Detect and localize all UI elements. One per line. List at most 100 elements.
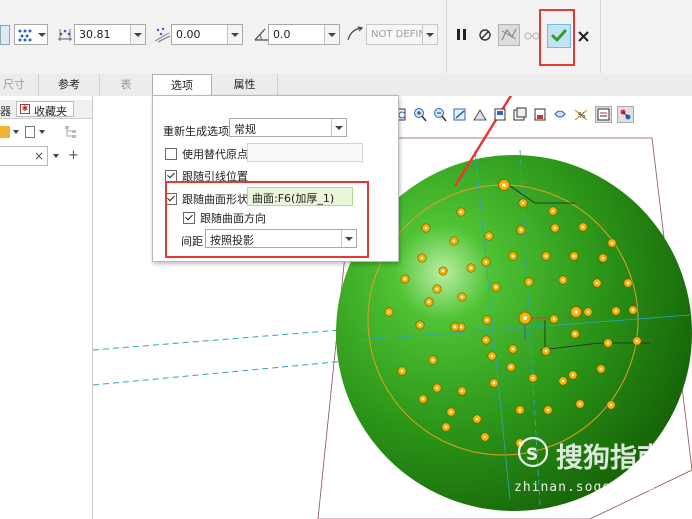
verify-glasses-icon[interactable]	[524, 29, 540, 41]
alt-origin-collector[interactable]	[247, 143, 363, 162]
toolbar-divider	[446, 0, 447, 73]
chevron-down-icon[interactable]	[13, 130, 19, 134]
perspective-icon[interactable]	[533, 107, 547, 122]
spacing-input[interactable]: 30.81	[74, 24, 146, 45]
pattern-point-center	[544, 254, 548, 258]
pattern-point-center	[441, 269, 445, 273]
chevron-down-icon[interactable]	[324, 25, 339, 44]
chevron-down-icon[interactable]	[39, 130, 45, 134]
regenerate-select[interactable]: 常规	[229, 118, 347, 137]
pattern-point-center	[421, 397, 425, 401]
pattern-point-center	[492, 381, 496, 385]
tab-options[interactable]: 选项	[152, 74, 212, 96]
pattern-point-center	[459, 325, 463, 329]
offset-value: 0.00	[176, 28, 201, 41]
section-icon[interactable]	[553, 107, 567, 122]
offset-hatch-icon	[154, 27, 171, 43]
view-manager-icon[interactable]	[513, 107, 527, 122]
pattern-point-center	[453, 325, 457, 329]
pattern-point-center	[449, 410, 453, 414]
chevron-down-icon	[38, 33, 46, 37]
chevron-down-icon[interactable]	[130, 25, 145, 44]
pattern-point-center	[546, 408, 550, 412]
pattern-point-center	[484, 260, 488, 264]
options-panel: 重新生成选项 常规 使用替代原点 跟随引线位置 跟随曲面形状 曲面:F6(加厚_…	[152, 95, 399, 262]
tree-filter-icon[interactable]	[64, 125, 78, 139]
view-toolbar: %	[395, 104, 665, 126]
pattern-point-center	[509, 365, 513, 369]
pattern-point-center	[521, 201, 525, 205]
folder-icon[interactable]	[0, 126, 10, 138]
tab-favorites[interactable]: ✱ 收藏夹	[16, 101, 74, 118]
add-icon[interactable]: +	[68, 148, 79, 163]
spin-center-button[interactable]	[617, 106, 634, 123]
display-style-icon[interactable]	[473, 107, 487, 122]
preview-toggle-button[interactable]	[498, 24, 520, 46]
model-tree-panel: 器 ✱ 收藏夹 × +	[0, 96, 93, 519]
pattern-point-center	[518, 408, 522, 412]
saved-views-icon[interactable]	[493, 107, 507, 122]
watermark-url: zhinan.sogou.com	[514, 480, 656, 495]
list-icon[interactable]	[25, 126, 35, 138]
clear-icon[interactable]: ×	[34, 149, 44, 163]
reference-placeholder: NOT DEFIN	[371, 29, 426, 40]
repaint-icon[interactable]	[453, 107, 467, 122]
watermark-brand: 搜狗指南	[556, 443, 664, 474]
spacing-value: 30.81	[79, 28, 111, 41]
pattern-point-center	[531, 376, 535, 380]
tab-references[interactable]: 参考	[38, 74, 100, 96]
offset-input[interactable]: 0.00	[171, 24, 243, 45]
pattern-point-center	[487, 234, 491, 238]
use-alt-origin-label: 使用替代原点	[182, 148, 248, 161]
pattern-point-center	[572, 254, 576, 258]
tab-partial-label[interactable]: 器	[0, 103, 11, 119]
pattern-point-center	[544, 349, 548, 353]
pattern-dots-dropdown[interactable]	[14, 24, 48, 45]
annotation-display-button[interactable]	[595, 106, 612, 123]
pattern-point-center	[431, 358, 435, 362]
tab-properties[interactable]: 属性	[212, 74, 278, 96]
pattern-point-center	[418, 323, 422, 327]
pattern-point-center	[610, 241, 614, 245]
dots-grid-icon	[18, 29, 32, 42]
svg-text:%: %	[578, 111, 586, 120]
chevron-down-icon[interactable]	[331, 119, 346, 136]
chevron-down-icon[interactable]	[422, 25, 437, 44]
pattern-type-icon[interactable]	[0, 25, 10, 45]
pattern-point-center	[581, 225, 585, 229]
pattern-point-center	[483, 435, 487, 439]
chevron-down-icon[interactable]	[53, 154, 59, 158]
zoom-out-icon[interactable]	[433, 107, 447, 122]
datum-display-icon[interactable]: %	[573, 107, 589, 122]
chevron-down-icon[interactable]	[227, 25, 242, 44]
cancel-x-icon[interactable]	[578, 31, 589, 42]
use-alt-origin-checkbox[interactable]	[165, 148, 177, 160]
pattern-point-center	[552, 317, 556, 321]
star-icon: ✱	[20, 104, 30, 114]
dashboard-tabs: 尺寸 参考 表 选项 属性	[0, 74, 692, 97]
tab-table[interactable]: 表	[100, 74, 152, 96]
pattern-point-center	[400, 369, 404, 373]
regenerate-label: 重新生成选项	[163, 125, 229, 138]
pattern-point-center	[586, 310, 590, 314]
pattern-point-center	[435, 287, 439, 291]
annotation-icon	[597, 108, 610, 121]
zoom-in-icon[interactable]	[413, 107, 427, 122]
no-preview-icon[interactable]	[478, 28, 492, 42]
panel-tab-bar: 器 ✱ 收藏夹	[0, 100, 92, 119]
angle-input[interactable]: 0.0	[268, 24, 340, 45]
pattern-point-center	[519, 228, 523, 232]
search-input[interactable]: ×	[0, 146, 48, 166]
tab-dimensions[interactable]: 尺寸	[0, 74, 28, 96]
pattern-point-center	[494, 285, 498, 289]
svg-text:S: S	[526, 445, 538, 465]
pattern-point-center	[484, 338, 488, 342]
favorites-label: 收藏夹	[34, 105, 67, 118]
pause-icon-bar	[463, 29, 466, 40]
preview-geometry-icon	[501, 28, 517, 41]
pattern-point-center	[469, 266, 473, 270]
reference-input[interactable]: NOT DEFIN	[366, 24, 438, 45]
pattern-point-center	[435, 386, 439, 390]
pattern-point-center	[460, 295, 464, 299]
pause-button[interactable]	[456, 28, 468, 42]
